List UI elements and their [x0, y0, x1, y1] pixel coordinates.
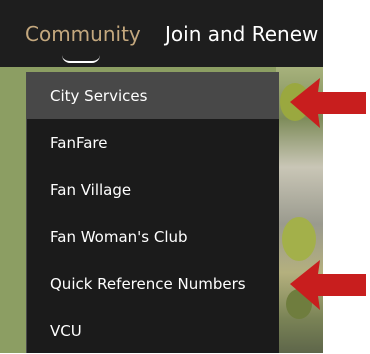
red-arrow-icon — [290, 78, 366, 128]
menu-item-city-services[interactable]: City Services — [27, 72, 279, 119]
active-nav-underline — [62, 55, 100, 63]
nav-item-community[interactable]: Community — [25, 22, 141, 46]
red-arrow-icon — [290, 260, 366, 310]
menu-item-fan-village[interactable]: Fan Village — [27, 166, 279, 213]
menu-item-quick-reference-numbers[interactable]: Quick Reference Numbers — [27, 260, 279, 307]
menu-item-fanfare[interactable]: FanFare — [27, 119, 279, 166]
top-navigation-bar: Community Join and Renew — [0, 0, 323, 67]
community-dropdown-menu: City Services FanFare Fan Village Fan Wo… — [26, 72, 279, 353]
flower-bud-image — [282, 217, 316, 261]
menu-item-fan-womans-club[interactable]: Fan Woman's Club — [27, 213, 279, 260]
menu-item-vcu[interactable]: VCU — [27, 307, 279, 354]
nav-item-join-and-renew[interactable]: Join and Renew — [165, 22, 318, 46]
